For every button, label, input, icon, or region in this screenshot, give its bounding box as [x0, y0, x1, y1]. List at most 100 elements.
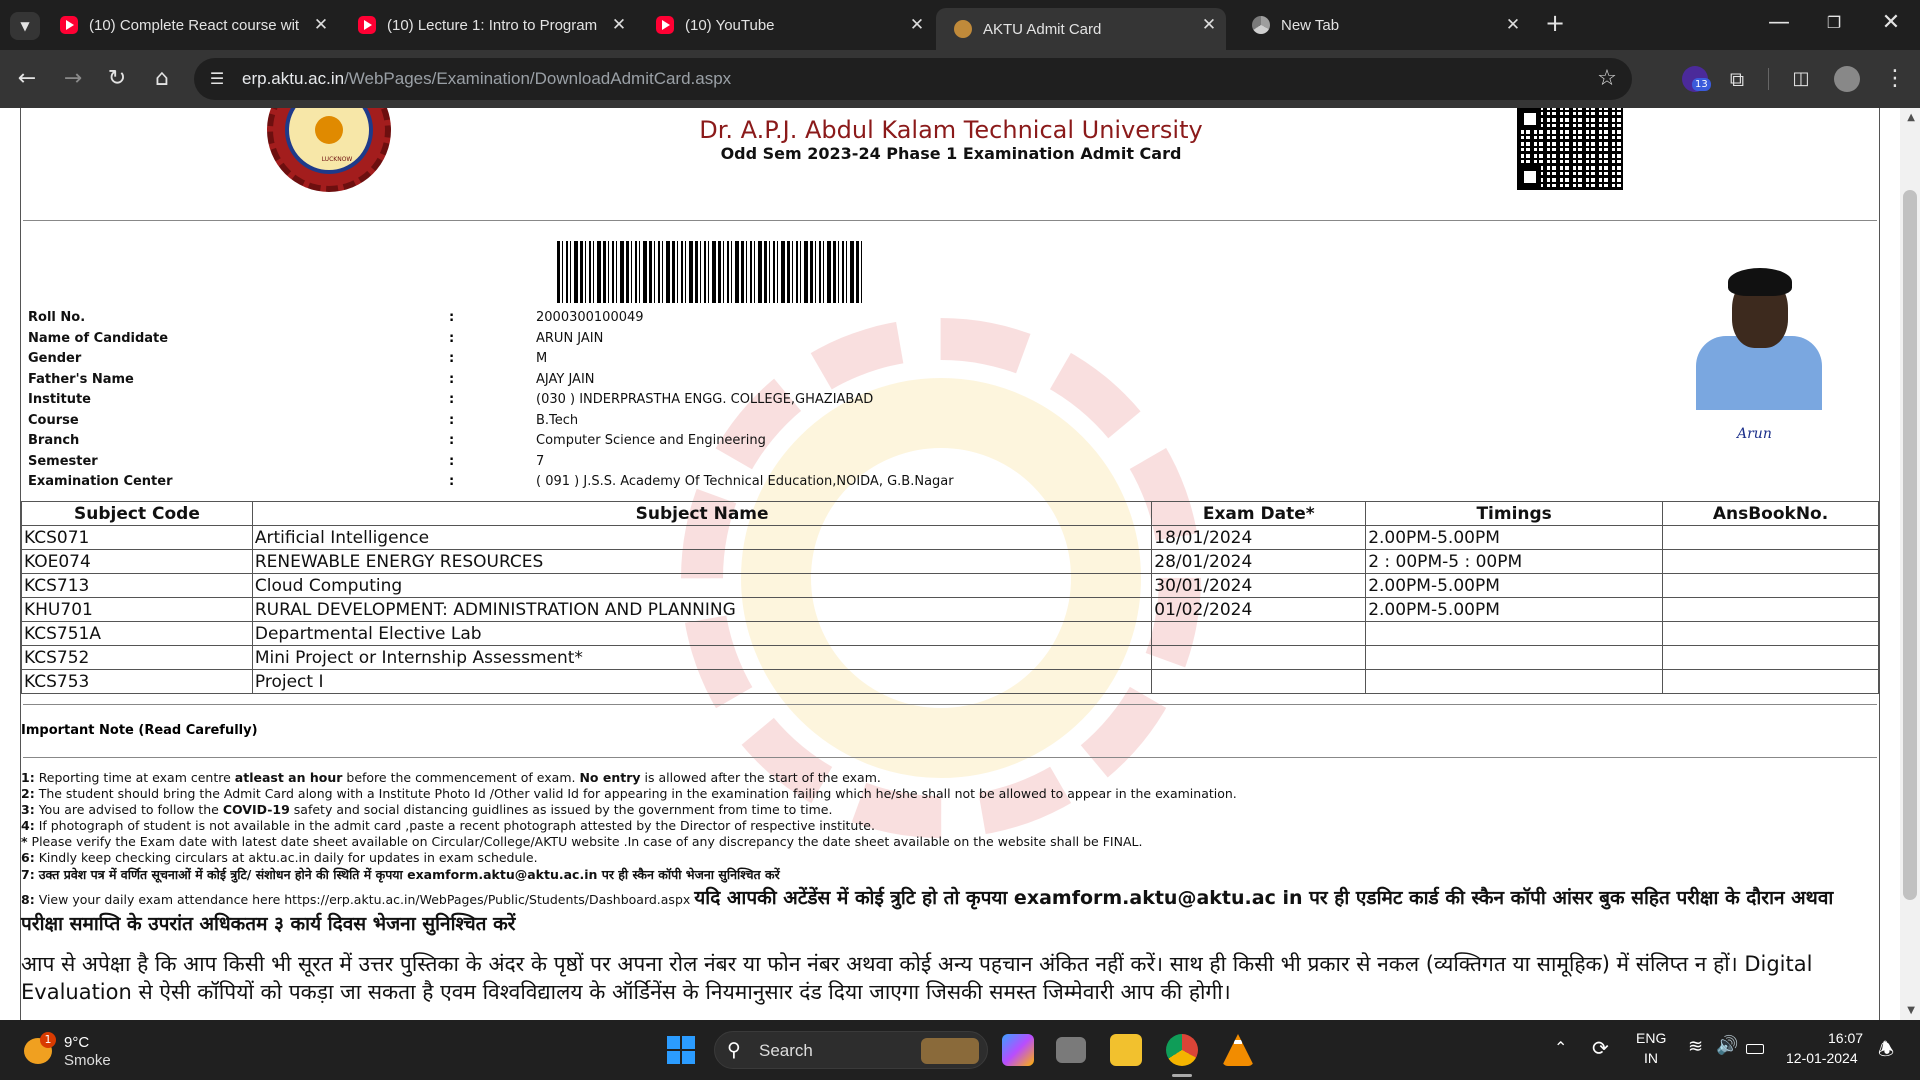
scroll-down-icon[interactable]: ▼ — [1907, 1005, 1915, 1016]
side-panel-icon[interactable]: ◫ — [1786, 66, 1816, 92]
vlc-icon[interactable] — [1222, 1034, 1254, 1066]
table-row: KOE074 RENEWABLE ENERGY RESOURCES 28/01/20… — [21, 549, 1879, 574]
table-row: KCS713 Cloud Computing 30/01/2024 2.00PM-5.… — [21, 573, 1879, 598]
browser-tab[interactable]: (10) Lecture 1: Intro to Program ✕ — [346, 8, 636, 42]
tab-close-icon[interactable]: ✕ — [312, 16, 330, 34]
note-text: Reporting time at exam centre — [38, 770, 235, 785]
qr-code — [1517, 108, 1623, 190]
tray-chevron-icon[interactable]: ⌃ — [1554, 1038, 1567, 1058]
note-item: 6: Kindly keep checking circulars at akt… — [21, 850, 1879, 866]
browser-tab[interactable]: (10) YouTube ✕ — [644, 8, 934, 42]
note-number: 3: — [21, 802, 35, 817]
note-item: 2: The student should bring the Admit Ca… — [21, 786, 1879, 802]
address-bar[interactable]: ☰ erp.aktu.ac.in/WebPages/Examination/Do… — [194, 58, 1632, 100]
volume-icon[interactable]: 🔊 — [1716, 1035, 1738, 1056]
minimize-icon[interactable]: — — [1764, 10, 1794, 36]
restore-icon[interactable]: ❐ — [1819, 10, 1849, 36]
detail-colon: : — [449, 412, 455, 428]
table-cell — [1662, 669, 1879, 694]
weather-widget[interactable]: 1 9°C Smoke — [22, 1032, 122, 1072]
notification-bell-icon[interactable]: 🕭 — [1878, 1037, 1894, 1067]
reload-icon[interactable]: ↻ — [102, 66, 132, 92]
browser-toolbar: ← → ↻ ⌂ ☰ erp.aktu.ac.in/WebPages/Examin… — [0, 50, 1920, 108]
site-info-icon[interactable]: ☰ — [202, 66, 232, 92]
taskbar-search[interactable]: ⚲ Search — [714, 1031, 988, 1069]
note-text: उक्त प्रवेश पत्र में वर्णित सूचनाओं में … — [38, 867, 780, 882]
note-8: 8: View your daily exam attendance here … — [21, 884, 1879, 936]
table-cell — [1662, 645, 1879, 670]
browser-tab[interactable]: New Tab ✕ — [1240, 8, 1530, 42]
table-cell: 2.00PM-5.00PM — [1365, 525, 1664, 550]
close-window-icon[interactable]: ✕ — [1876, 10, 1906, 36]
detail-value: M — [536, 351, 548, 366]
tab-close-icon[interactable]: ✕ — [610, 16, 628, 34]
tab-search-chevron-icon[interactable]: ▼ — [10, 12, 40, 40]
copilot-icon[interactable] — [1002, 1034, 1034, 1066]
start-icon[interactable] — [667, 1036, 695, 1064]
file-explorer-icon[interactable] — [1110, 1034, 1142, 1066]
task-view-icon[interactable] — [1056, 1037, 1086, 1063]
home-icon[interactable]: ⌂ — [147, 66, 177, 92]
tab-close-icon[interactable]: ✕ — [908, 16, 926, 34]
scroll-up-icon[interactable]: ▲ — [1907, 112, 1915, 123]
clock-date[interactable]: 12-01-2024 — [1786, 1050, 1858, 1066]
scroll-thumb[interactable] — [1903, 190, 1917, 900]
bookmark-star-icon[interactable]: ☆ — [1592, 66, 1622, 92]
extension-badge: 13 — [1692, 78, 1711, 91]
url-host: erp.aktu.ac.in — [242, 69, 345, 88]
clock-time[interactable]: 16:07 — [1828, 1030, 1863, 1046]
note-text: safety and social distancing guidlines a… — [289, 802, 833, 817]
menu-kebab-icon[interactable]: ⋮ — [1880, 66, 1910, 92]
chrome-icon[interactable] — [1166, 1034, 1198, 1066]
detail-row: Course: B.Tech — [28, 413, 1328, 433]
profile-avatar[interactable] — [1834, 66, 1860, 92]
column-header: Exam Date* — [1151, 501, 1367, 526]
search-highlight-icon — [921, 1038, 979, 1064]
table-cell: KCS751A — [21, 621, 253, 646]
table-cell: KCS752 — [21, 645, 253, 670]
table-cell — [1662, 621, 1879, 646]
table-cell: Artificial Intelligence — [251, 525, 1153, 550]
back-icon[interactable]: ← — [12, 66, 42, 92]
page-scrollbar[interactable]: ▲ ▼ — [1900, 108, 1920, 1020]
table-cell: Project I — [251, 669, 1153, 694]
browser-tab-strip: ▼ (10) Complete React course wit ✕ (10) Le… — [0, 0, 1920, 50]
note-text: The student should bring the Admit Card … — [38, 786, 1237, 801]
chrome-active-indicator — [1172, 1074, 1192, 1077]
weather-badge: 1 — [40, 1032, 56, 1048]
detail-label: Gender — [28, 351, 82, 366]
language-bottom[interactable]: IN — [1644, 1050, 1658, 1066]
table-cell — [1662, 573, 1879, 598]
table-cell — [1365, 669, 1664, 694]
extension-icon[interactable]: 13 — [1682, 66, 1711, 92]
detail-colon: : — [449, 371, 455, 387]
note-number: 8: — [21, 892, 35, 907]
tab-title: New Tab — [1281, 16, 1340, 34]
table-cell: 2.00PM-5.00PM — [1365, 573, 1664, 598]
url-text[interactable]: erp.aktu.ac.in/WebPages/Examination/Down… — [242, 69, 731, 89]
sync-icon[interactable]: ⟳ — [1592, 1036, 1609, 1061]
tab-title: AKTU Admit Card — [983, 20, 1102, 38]
battery-icon[interactable] — [1746, 1044, 1764, 1054]
column-header: Subject Code — [21, 501, 253, 526]
wifi-icon[interactable]: ≋ — [1688, 1036, 1703, 1057]
forward-icon[interactable]: → — [58, 66, 88, 92]
table-cell: KCS753 — [21, 669, 253, 694]
detail-label: Examination Center — [28, 474, 173, 489]
browser-tab[interactable]: (10) Complete React course wit ✕ — [48, 8, 338, 42]
detail-value: (030 ) INDERPRASTHA ENGG. COLLEGE,GHAZIA… — [536, 392, 874, 407]
youtube-favicon-icon — [656, 16, 674, 34]
detail-value: ARUN JAIN — [536, 330, 604, 346]
language-top[interactable]: ENG — [1636, 1030, 1666, 1046]
browser-tab[interactable]: AKTU Admit Card ✕ — [936, 8, 1226, 50]
table-cell: KOE074 — [21, 549, 253, 574]
detail-colon: : — [449, 330, 455, 346]
tab-close-icon[interactable]: ✕ — [1200, 16, 1218, 34]
detail-row: Institute: (030 ) INDERPRASTHA ENGG. COLL… — [28, 392, 1328, 412]
extensions-puzzle-icon[interactable]: ⧉ — [1722, 66, 1752, 92]
new-tab-button[interactable]: + — [1540, 10, 1570, 36]
table-cell — [1662, 549, 1879, 574]
note-text: atleast an hour — [234, 770, 343, 785]
tab-close-icon[interactable]: ✕ — [1504, 16, 1522, 34]
note-text: No entry — [579, 770, 641, 785]
